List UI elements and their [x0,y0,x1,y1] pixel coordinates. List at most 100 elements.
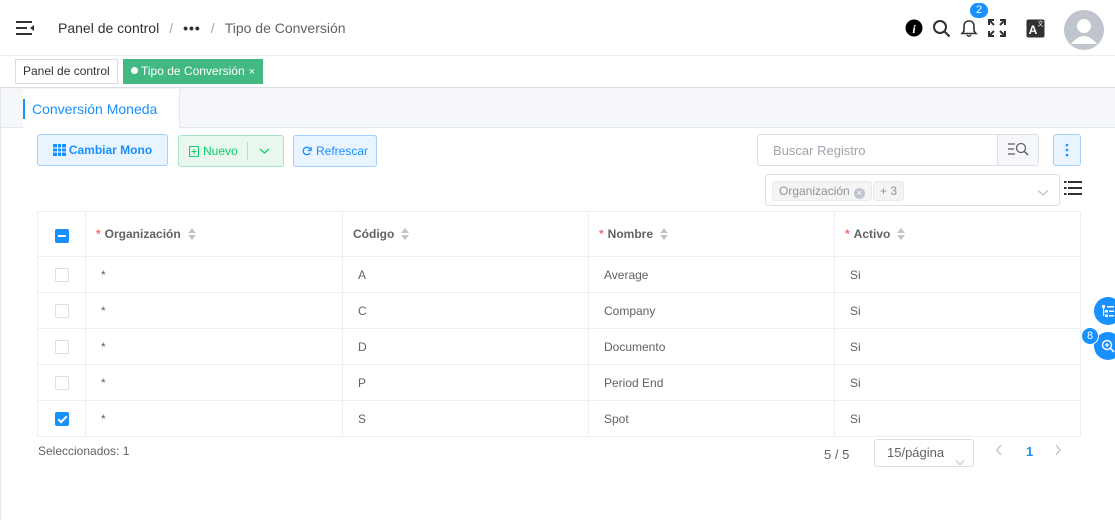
cell-activo[interactable]: Si [835,293,1081,328]
row-checkbox[interactable] [54,375,69,390]
floating-badge: 8 [1081,327,1099,345]
cell-codigo[interactable]: C [343,293,589,328]
column-label: Organización [104,227,181,241]
data-table: * Organización Código * Nombre * Activo * A… [37,211,1081,437]
row-select-cell [38,257,86,292]
chevron-down-icon[interactable] [1037,184,1049,202]
language-icon[interactable]: A文 [1025,18,1045,38]
floating-list-button[interactable] [1094,297,1115,325]
column-header-codigo[interactable]: Código [343,212,589,256]
nuevo-button[interactable]: Nuevo [178,135,284,167]
cell-codigo[interactable]: D [343,329,589,364]
select-all-checkbox[interactable] [54,229,69,243]
cell-nombre[interactable]: Average [589,257,835,292]
required-marker: * [845,227,850,241]
cell-codigo[interactable]: A [343,257,589,292]
cell-activo[interactable]: Si [835,401,1081,436]
close-icon[interactable]: × [853,188,865,199]
column-list-icon[interactable] [1064,180,1082,201]
breadcrumb-ellipsis[interactable]: ••• [183,20,201,36]
tag-panel-de-control[interactable]: Panel de control [15,59,118,84]
sort-icon[interactable] [660,228,669,240]
info-icon[interactable]: i [904,18,924,38]
page-size-select[interactable]: 15/página [874,439,974,467]
row-checkbox[interactable] [54,339,69,354]
current-page[interactable]: 1 [1026,444,1033,459]
main-content: Conversión Moneda Cambiar Mono Nuevo Ref… [0,89,1115,520]
tab-conversion-moneda[interactable]: Conversión Moneda [23,89,180,128]
tag-tipo-de-conversion[interactable]: Tipo de Conversión × [123,59,264,84]
search-input[interactable] [758,135,998,165]
next-page-icon[interactable] [1054,443,1062,461]
row-select-cell [38,365,86,400]
cell-codigo[interactable]: S [343,401,589,436]
avatar[interactable] [1064,10,1104,50]
table-row[interactable]: * S Spot Si [38,401,1081,437]
breadcrumb-home[interactable]: Panel de control [58,20,159,36]
cambiar-mono-button[interactable]: Cambiar Mono [37,134,168,166]
cell-codigo[interactable]: P [343,365,589,400]
required-marker: * [96,227,101,241]
tags-view-bar: Panel de control Tipo de Conversión × [0,56,1115,88]
menu-toggle-icon[interactable] [15,19,35,37]
cell-organizacion[interactable]: * [86,329,343,364]
column-filter-select[interactable]: Organización × + 3 [765,174,1060,206]
breadcrumb-current: Tipo de Conversión [224,20,346,36]
chevron-down-icon[interactable] [259,144,270,158]
tag-label: Tipo de Conversión [141,64,245,78]
bell-icon[interactable] [959,18,979,38]
column-header-nombre[interactable]: * Nombre [589,212,835,256]
tab-header: Conversión Moneda [1,89,1115,128]
search-button[interactable] [997,135,1038,165]
tree-list-icon [1102,305,1114,317]
refresh-icon [302,146,312,156]
table-icon [52,144,66,156]
row-select-cell [38,401,86,436]
sort-icon[interactable] [401,228,410,240]
row-checkbox[interactable] [54,303,69,318]
table-row[interactable]: * C Company Si [38,293,1081,329]
search-icon[interactable] [931,18,951,38]
cell-nombre[interactable]: Company [589,293,835,328]
more-vertical-icon [1065,143,1069,157]
cell-activo[interactable]: Si [835,329,1081,364]
column-label: Nombre [607,227,654,241]
row-select-cell [38,293,86,328]
column-label: Activo [853,227,891,241]
cell-activo[interactable]: Si [835,257,1081,292]
cell-activo[interactable]: Si [835,365,1081,400]
row-checkbox[interactable] [54,411,69,426]
column-header-activo[interactable]: * Activo [835,212,1081,256]
tab-label: Conversión Moneda [32,101,158,117]
cell-organizacion[interactable]: * [86,293,343,328]
chip-label: Organización [779,184,850,198]
row-select-cell [38,329,86,364]
table-row[interactable]: * P Period End Si [38,365,1081,401]
cell-nombre[interactable]: Documento [589,329,835,364]
prev-page-icon[interactable] [995,443,1003,461]
tag-label: Panel de control [23,64,110,78]
cell-nombre[interactable]: Spot [589,401,835,436]
sort-icon[interactable] [187,228,196,240]
pagination-total: 5 / 5 [824,447,850,462]
close-icon[interactable]: × [249,66,255,78]
fullscreen-icon[interactable] [987,18,1007,38]
more-options-button[interactable] [1053,134,1081,166]
column-label: Código [353,227,395,241]
selected-count: Seleccionados: 1 [38,444,130,458]
notification-badge: 2 [970,3,988,18]
row-checkbox[interactable] [54,267,69,282]
breadcrumb-separator: / [169,20,174,36]
cell-organizacion[interactable]: * [86,401,343,436]
cell-organizacion[interactable]: * [86,257,343,292]
table-row[interactable]: * D Documento Si [38,329,1081,365]
column-header-organizacion[interactable]: * Organización [86,212,343,256]
refrescar-button[interactable]: Refrescar [293,135,377,167]
button-label: Refrescar [315,144,368,158]
cell-nombre[interactable]: Period End [589,365,835,400]
button-label: Nuevo [203,144,238,158]
list-search-icon [1008,142,1029,156]
cell-organizacion[interactable]: * [86,365,343,400]
sort-icon[interactable] [897,228,906,240]
table-row[interactable]: * A Average Si [38,257,1081,293]
